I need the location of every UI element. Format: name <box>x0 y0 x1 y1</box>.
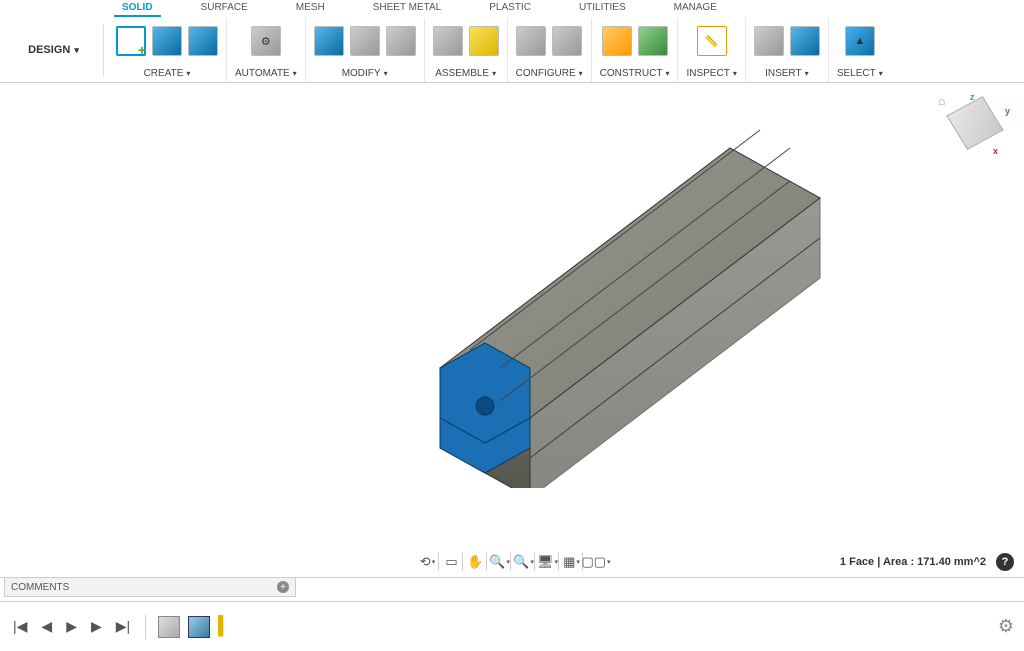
caret-down-icon: ▾ <box>579 69 583 78</box>
measure-icon[interactable]: 📏 <box>697 26 727 56</box>
group-modify: MODIFY▾ <box>306 18 425 82</box>
axis-z-label: z <box>970 92 975 102</box>
configure-table-icon[interactable] <box>552 26 582 56</box>
group-assemble: ASSEMBLE▾ <box>425 18 508 82</box>
comments-bar[interactable]: COMMENTS + <box>4 577 296 597</box>
group-modify-label[interactable]: MODIFY▾ <box>342 68 388 82</box>
group-assemble-label[interactable]: ASSEMBLE▾ <box>435 68 496 82</box>
change-params-icon[interactable] <box>516 26 546 56</box>
group-automate-label[interactable]: AUTOMATE▾ <box>235 68 297 82</box>
display-settings-button[interactable]: 🖥▾ <box>537 553 559 571</box>
timeline-feature-1-icon[interactable] <box>158 616 180 638</box>
tab-sheetmetal[interactable]: SHEET METAL <box>365 0 450 15</box>
viewport-layout-button[interactable]: ▢▢▾ <box>585 553 607 571</box>
fillet-icon[interactable] <box>350 26 380 56</box>
selection-status-text: 1 Face | Area : 171.40 mm^2 <box>840 556 986 568</box>
insert-derive-icon[interactable] <box>754 26 784 56</box>
group-insert-label[interactable]: INSERT▾ <box>765 68 809 82</box>
caret-down-icon: ▾ <box>805 69 809 78</box>
group-inspect-label[interactable]: INSPECT▾ <box>686 68 736 82</box>
tab-plastic[interactable]: PLASTIC <box>481 0 539 15</box>
environment-tabs: SOLID SURFACE MESH SHEET METAL PLASTIC U… <box>0 0 1024 18</box>
viewport[interactable] <box>0 88 1024 577</box>
model-3d[interactable] <box>350 118 870 488</box>
tab-solid[interactable]: SOLID <box>114 0 161 17</box>
ribbon: SOLID SURFACE MESH SHEET METAL PLASTIC U… <box>0 0 1024 83</box>
timeline-settings-icon[interactable]: ⚙ <box>998 616 1014 637</box>
group-automate: ⚙ AUTOMATE▾ <box>227 18 306 82</box>
new-component-icon[interactable] <box>469 26 499 56</box>
divider <box>0 577 1024 578</box>
tab-surface[interactable]: SURFACE <box>193 0 256 15</box>
group-select-label[interactable]: SELECT▾ <box>837 68 883 82</box>
orbit-button[interactable]: ⟲▾ <box>417 553 439 571</box>
caret-down-icon: ▾ <box>733 69 737 78</box>
workspace-label: DESIGN <box>28 44 70 56</box>
tab-utilities[interactable]: UTILITIES <box>571 0 634 15</box>
group-construct: CONSTRUCT▾ <box>592 18 679 82</box>
timeline-end-button[interactable]: ▶| <box>113 618 133 635</box>
timeline-play-button[interactable]: ▶ <box>63 618 80 635</box>
fit-button[interactable]: 🔍▾ <box>513 553 535 571</box>
chamfer-icon[interactable] <box>386 26 416 56</box>
toolbar: DESIGN ▾ CREATE▾ ⚙ AUTOMATE▾ MODIFY▾ <box>0 18 1024 82</box>
joint-icon[interactable] <box>433 26 463 56</box>
timeline-feature-2-icon[interactable] <box>188 616 210 638</box>
zoom-button[interactable]: 🔍▾ <box>489 553 511 571</box>
caret-down-icon: ▾ <box>186 69 190 78</box>
comments-label: COMMENTS <box>11 582 69 593</box>
select-icon[interactable]: ▲ <box>845 26 875 56</box>
plane-icon[interactable] <box>602 26 632 56</box>
group-insert: INSERT▾ <box>746 18 829 82</box>
group-construct-label[interactable]: CONSTRUCT▾ <box>600 68 670 82</box>
group-configure: CONFIGURE▾ <box>508 18 592 82</box>
revolve-icon[interactable] <box>188 26 218 56</box>
status-help-icon[interactable]: ? <box>996 553 1014 571</box>
caret-down-icon: ▾ <box>665 69 669 78</box>
new-sketch-icon[interactable] <box>116 26 146 56</box>
home-icon[interactable]: ⌂ <box>938 94 945 108</box>
tab-mesh[interactable]: MESH <box>288 0 333 15</box>
axis-icon[interactable] <box>638 26 668 56</box>
selection-status: 1 Face | Area : 171.40 mm^2 ? <box>840 553 1014 571</box>
timeline-forward-button[interactable]: ▶ <box>88 618 105 635</box>
separator <box>145 615 146 639</box>
caret-down-icon: ▾ <box>384 69 388 78</box>
viewcube-cube-icon[interactable] <box>946 96 1003 150</box>
viewcube[interactable]: ⌂ z y x <box>948 96 1004 152</box>
press-pull-icon[interactable] <box>314 26 344 56</box>
timeline-back-button[interactable]: ◀ <box>38 618 55 635</box>
timeline-start-button[interactable]: |◀ <box>10 618 30 635</box>
caret-down-icon: ▾ <box>293 69 297 78</box>
add-comment-icon[interactable]: + <box>277 581 289 593</box>
timeline: |◀ ◀ ▶ ▶ ▶| ▍ ⚙ <box>0 601 1024 651</box>
workspace-switcher[interactable]: DESIGN ▾ <box>4 24 104 76</box>
look-at-button[interactable]: ▭ <box>441 553 463 571</box>
extrude-icon[interactable] <box>152 26 182 56</box>
axis-y-label: y <box>1005 106 1010 116</box>
navigation-bar: ⟲▾ ▭ ✋ 🔍▾ 🔍▾ 🖥▾ ▦▾ ▢▢▾ <box>417 553 607 571</box>
automate-icon[interactable]: ⚙ <box>251 26 281 56</box>
group-create-label[interactable]: CREATE▾ <box>144 68 191 82</box>
timeline-playhead-icon[interactable]: ▍ <box>218 616 232 637</box>
group-inspect: 📏 INSPECT▾ <box>678 18 745 82</box>
insert-mcmaster-icon[interactable] <box>790 26 820 56</box>
axis-x-label: x <box>993 146 998 156</box>
group-create: CREATE▾ <box>108 18 227 82</box>
grid-settings-button[interactable]: ▦▾ <box>561 553 583 571</box>
pan-button[interactable]: ✋ <box>465 553 487 571</box>
group-configure-label[interactable]: CONFIGURE▾ <box>516 68 583 82</box>
tab-manage[interactable]: MANAGE <box>666 0 725 15</box>
group-select: ▲ SELECT▾ <box>829 18 891 82</box>
caret-down-icon: ▾ <box>879 69 883 78</box>
caret-down-icon: ▾ <box>74 45 79 56</box>
caret-down-icon: ▾ <box>492 69 496 78</box>
